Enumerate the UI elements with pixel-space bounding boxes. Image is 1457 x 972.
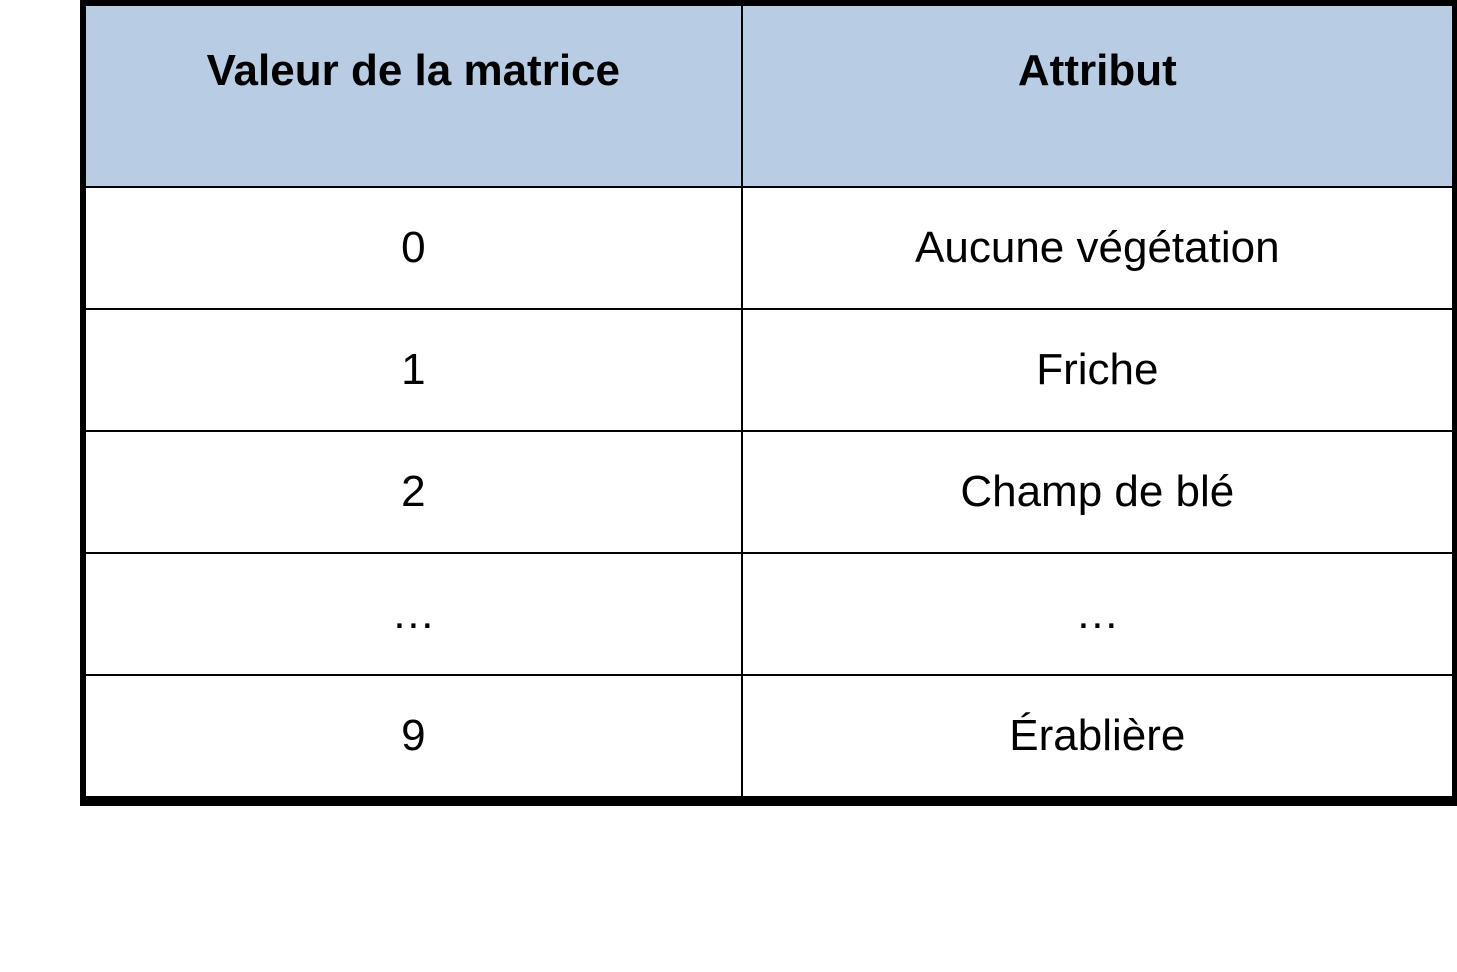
attribute-table: Valeur de la matrice Attribut 0 Aucune v… (80, 0, 1457, 806)
cell-attribute: Friche (742, 309, 1453, 431)
header-matrix-value: Valeur de la matrice (85, 5, 742, 187)
cell-matrix-value: 0 (85, 187, 742, 309)
cell-attribute: Érablière (742, 675, 1453, 797)
cell-attribute: … (742, 553, 1453, 675)
matrix-attribute-table: Valeur de la matrice Attribut 0 Aucune v… (84, 4, 1454, 798)
table-row: 1 Friche (85, 309, 1453, 431)
table-row: … … (85, 553, 1453, 675)
table-row: 2 Champ de blé (85, 431, 1453, 553)
table-row: 9 Érablière (85, 675, 1453, 797)
cell-attribute: Aucune végétation (742, 187, 1453, 309)
cell-attribute: Champ de blé (742, 431, 1453, 553)
cell-matrix-value: … (85, 553, 742, 675)
cell-matrix-value: 1 (85, 309, 742, 431)
table-header-row: Valeur de la matrice Attribut (85, 5, 1453, 187)
cell-matrix-value: 9 (85, 675, 742, 797)
header-attribute: Attribut (742, 5, 1453, 187)
cell-matrix-value: 2 (85, 431, 742, 553)
table-row: 0 Aucune végétation (85, 187, 1453, 309)
